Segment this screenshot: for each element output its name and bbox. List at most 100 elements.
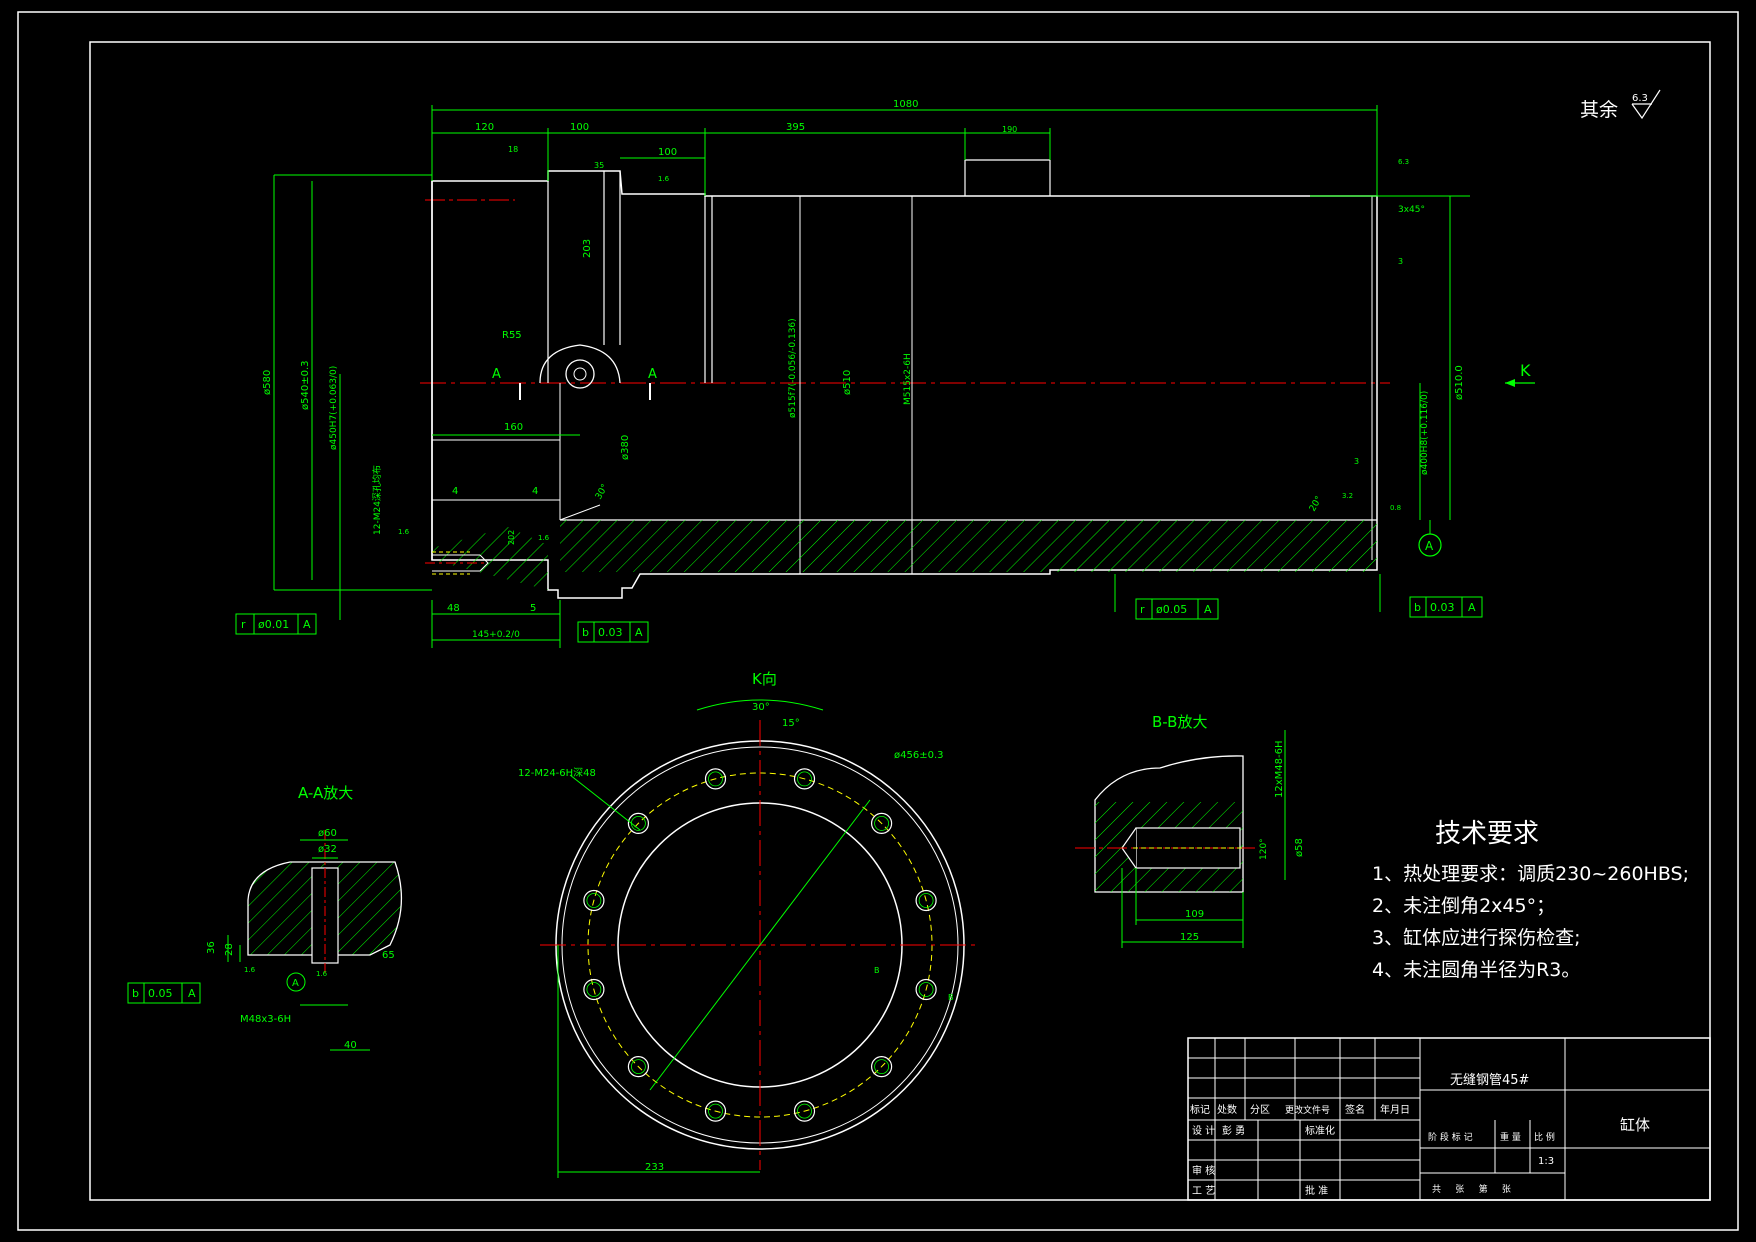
svg-text:r: r	[1140, 603, 1145, 616]
dim-540: ø540±0.3	[300, 361, 311, 411]
aa-dim-60: ø60	[318, 828, 337, 839]
aa-dim-28: 28	[224, 943, 235, 956]
bb-angle: 120°	[1259, 838, 1269, 860]
dim-400: ø400H8(+0.116/0)	[1420, 391, 1430, 475]
svg-text:0.03: 0.03	[598, 626, 623, 639]
tb-approve: 批 准	[1305, 1184, 1328, 1197]
k-holes: 12-M24-6H深48	[518, 767, 596, 779]
dim-overall: 1080	[893, 99, 918, 110]
tb-process: 工 艺	[1192, 1185, 1215, 1197]
dim-120: 120	[475, 122, 494, 133]
svg-text:比 例: 比 例	[1534, 1131, 1555, 1143]
aa-datum: A	[292, 978, 299, 989]
tech-requirements: 技术要求 1、热处理要求：调质230~260HBS; 2、未注倒角2x45°； …	[1372, 819, 1689, 981]
section-marker-a-left: A	[492, 367, 501, 382]
tb-scale: 1:3	[1538, 1156, 1554, 1167]
dim-4b: 4	[532, 486, 538, 497]
svg-text:b: b	[132, 987, 139, 1000]
svg-text:ø0.01: ø0.01	[258, 618, 289, 631]
svg-text:0.03: 0.03	[1430, 601, 1455, 614]
svg-text:A: A	[1425, 539, 1434, 553]
tb-sheets: 共 张 第 张	[1432, 1183, 1511, 1195]
tech-title: 技术要求	[1435, 819, 1539, 849]
tolerance-frame-4: b 0.03 A	[1409, 596, 1483, 618]
aa-dim-65: 65	[382, 950, 395, 961]
bb-dim-109: 109	[1185, 909, 1204, 920]
svg-text:标记: 标记	[1190, 1104, 1210, 1116]
section-marker-a-right: A	[648, 367, 657, 382]
dim-202: 202	[507, 530, 516, 545]
k-angle-30: 30°	[752, 702, 770, 713]
dim-3a: 3	[1398, 257, 1403, 266]
dim-18: 18	[508, 145, 518, 154]
svg-text:r: r	[241, 618, 246, 631]
section-aa-view: A-A放大 ø60 ø32 36 28 65 M48x3-6H 40 1.6 1…	[127, 784, 403, 1051]
svg-text:阶 段 标 记: 阶 段 标 记	[1428, 1131, 1473, 1143]
aa-dim-thread: M48x3-6H	[240, 1014, 291, 1025]
view-k-title: K向	[752, 670, 777, 688]
dim-203: 203	[582, 239, 593, 258]
svg-text:重 量: 重 量	[1500, 1131, 1521, 1143]
section-aa-title: A-A放大	[298, 784, 353, 802]
svg-text:签名: 签名	[1345, 1103, 1365, 1116]
dim-515: ø515f7(-0.056/-0.136)	[788, 318, 798, 418]
svg-text:ø0.05: ø0.05	[1156, 603, 1187, 616]
aa-tolerance-frame: b 0.05 A	[127, 982, 201, 1004]
aa-dim-32: ø32	[318, 844, 337, 855]
svg-text:0.05: 0.05	[148, 987, 173, 1000]
tb-material: 无缝钢管45#	[1450, 1073, 1529, 1088]
rough-c: 1.6	[538, 534, 550, 542]
rough-d: 0.8	[1390, 504, 1401, 512]
svg-text:A: A	[635, 626, 643, 639]
dim-380: ø380	[620, 435, 631, 460]
tb-part-name: 缸体	[1620, 1116, 1650, 1134]
dim-chamfer: 3x45°	[1398, 205, 1425, 215]
aa-dim-36: 36	[206, 941, 217, 954]
tb-design: 设 计	[1192, 1124, 1215, 1137]
dim-160: 160	[504, 422, 523, 433]
dim-100: 100	[570, 122, 589, 133]
tech-item-1: 1、热处理要求：调质230~260HBS;	[1372, 863, 1689, 885]
dim-100b: 100	[658, 147, 677, 158]
aa-rough-1: 1.6	[244, 966, 256, 974]
inner-frame	[89, 41, 1711, 1201]
main-wall-hatch	[560, 520, 1377, 572]
view-marker-k: K	[1520, 361, 1531, 380]
tb-review: 审 核	[1192, 1164, 1215, 1177]
tech-item-4: 4、未注圆角半径为R3。	[1372, 959, 1580, 981]
svg-text:年月日: 年月日	[1380, 1103, 1410, 1116]
svg-text:分区: 分区	[1250, 1104, 1270, 1116]
port-hole	[565, 359, 595, 389]
tb-design-name: 彭 勇	[1222, 1124, 1245, 1137]
rough-e: 3.2	[1342, 492, 1353, 500]
svg-text:A: A	[1204, 603, 1212, 616]
main-view: A A K A 1080 120 100 395 100 190 18 35 2…	[235, 99, 1535, 648]
dim-190: 190	[1002, 125, 1017, 134]
svg-text:b: b	[582, 626, 589, 639]
tolerance-frame-1: r ø0.01 A	[235, 613, 317, 635]
dim-450: ø450H7(+0.063/0)	[329, 366, 339, 450]
rough-a: 1.6	[398, 528, 410, 536]
dim-30deg: 30°	[594, 483, 611, 502]
svg-text:A: A	[188, 987, 196, 1000]
svg-text:A: A	[303, 618, 311, 631]
svg-text:更改文件号: 更改文件号	[1285, 1104, 1330, 1116]
dim-145: 145+0.2/0	[472, 630, 520, 640]
tech-item-3: 3、缸体应进行探伤检查;	[1372, 927, 1581, 949]
dim-4a: 4	[452, 486, 458, 497]
svg-text:A: A	[1468, 601, 1476, 614]
svg-text:b: b	[1414, 601, 1421, 614]
dim-395: 395	[786, 122, 805, 133]
tech-item-2: 2、未注倒角2x45°；	[1372, 895, 1555, 917]
tolerance-frame-3: r ø0.05 A	[1135, 598, 1219, 620]
port-boss	[539, 344, 621, 384]
dim-20deg: 20°	[1308, 495, 1325, 514]
tb-standard: 标准化	[1305, 1124, 1335, 1137]
dim-510: ø510	[842, 370, 853, 395]
section-bb-title: B-B放大	[1152, 713, 1207, 731]
roughness-note: 其余 6.3	[1580, 89, 1661, 121]
dim-r55: R55	[502, 330, 522, 341]
k-dim-233: 233	[645, 1162, 664, 1173]
rough-f: 6.3	[1398, 158, 1409, 166]
k-section-b1: B	[874, 966, 880, 975]
